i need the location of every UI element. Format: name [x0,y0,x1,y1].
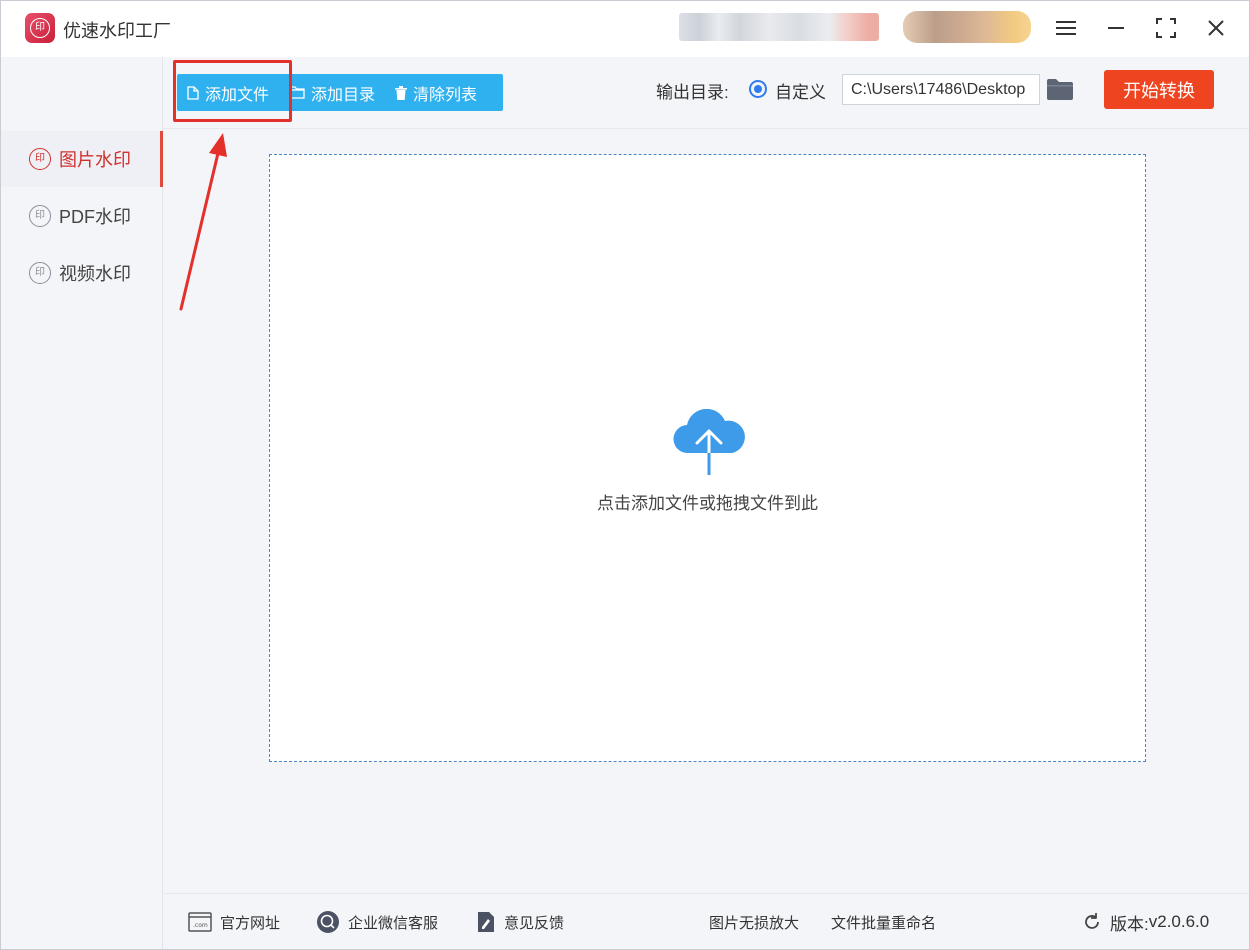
sidebar-item-video-watermark[interactable]: 印 视频水印 [1,245,163,301]
lossless-enlarge-link[interactable]: 图片无损放大 [709,894,799,950]
wechat-service-link[interactable]: 企业微信客服 [316,894,438,950]
website-icon: .com [188,912,212,932]
app-title: 优速水印工厂 [63,21,171,41]
wechat-service-label: 企业微信客服 [348,914,439,932]
menu-icon[interactable] [1052,14,1080,42]
add-directory-button[interactable]: 添加目录 [279,74,385,111]
refresh-icon [1085,913,1099,929]
feedback-icon [478,912,494,932]
title-bar: 印 优速水印工厂 [1,1,1249,57]
official-website-link[interactable]: .com 官方网址 [188,894,280,950]
browse-folder-icon[interactable] [1047,78,1073,100]
version-info[interactable]: 版本: v2.0.6.0 [1082,894,1209,950]
drop-zone-hint: 点击添加文件或拖拽文件到此 [597,494,818,513]
feedback-label: 意见反馈 [504,914,565,932]
cloud-upload-icon [673,409,745,475]
file-action-group: 添加文件 添加目录 清除列表 [177,74,503,111]
fullscreen-icon[interactable] [1152,14,1180,42]
output-directory-label: 输出目录: [656,83,729,102]
add-directory-label: 添加目录 [311,86,376,104]
sidebar-item-pdf-watermark[interactable]: 印 PDF水印 [1,188,163,244]
feedback-link[interactable]: 意见反馈 [476,894,564,950]
clear-list-button[interactable]: 清除列表 [385,74,487,111]
annotation-arrow [179,133,227,311]
version-label: 版本: [1110,914,1149,934]
add-file-button[interactable]: 添加文件 [177,74,279,111]
file-drop-zone[interactable]: 点击添加文件或拖拽文件到此 [269,154,1146,762]
watermark-icon: 印 [29,205,51,227]
custom-output-radio[interactable] [749,80,767,98]
blurred-account-info [679,13,879,41]
start-convert-button[interactable]: 开始转换 [1104,70,1214,109]
watermark-icon: 印 [29,262,51,284]
app-window: 印 优速水印工厂 印 图片水印 印 PDF水印 印 视频水印 添加文件 添加目录… [0,0,1250,950]
blurred-user-avatar[interactable] [903,11,1031,43]
sidebar-item-image-watermark[interactable]: 印 图片水印 [1,131,163,187]
sidebar-item-label: 视频水印 [59,264,131,284]
lossless-enlarge-label: 图片无损放大 [709,914,800,932]
file-icon [187,85,199,100]
batch-rename-link[interactable]: 文件批量重命名 [831,894,936,950]
close-icon[interactable] [1202,14,1230,42]
minimize-icon[interactable] [1102,14,1130,42]
output-path-field[interactable] [842,74,1040,105]
clear-list-label: 清除列表 [413,86,478,104]
sidebar-item-label: PDF水印 [59,207,131,227]
wechat-icon [317,911,339,933]
custom-output-label[interactable]: 自定义 [775,78,826,103]
footer: .com 官方网址 企业微信客服 意见反馈 图片无损放大 文件批量重命名 版本:… [164,893,1249,949]
sidebar: 印 图片水印 印 PDF水印 印 视频水印 [1,57,163,949]
watermark-icon: 印 [29,148,51,170]
version-number: v2.0.6.0 [1148,912,1210,931]
sidebar-item-label: 图片水印 [59,150,131,170]
svg-text:.com: .com [193,922,208,929]
official-website-label: 官方网址 [220,914,281,932]
add-file-label: 添加文件 [205,86,270,104]
app-logo-icon: 印 [25,13,55,43]
batch-rename-label: 文件批量重命名 [831,914,937,932]
trash-icon [395,85,408,100]
folder-icon [289,86,305,99]
